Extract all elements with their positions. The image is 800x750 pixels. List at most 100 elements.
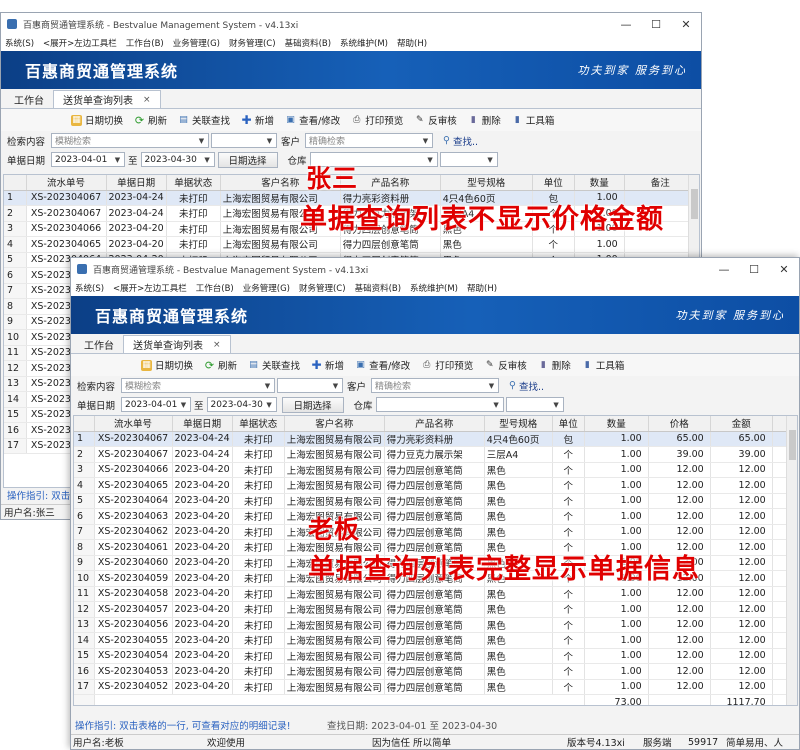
add-button[interactable]: ✚ 新增: [241, 113, 275, 127]
table-row[interactable]: 11 XS-202304058 2023-04-20 未打印 上海宏图贸易有限公司 得力四…: [74, 586, 795, 602]
warehouse-select[interactable]: ▼: [375, 397, 504, 412]
menu-basic-data[interactable]: 基础资料(B): [285, 37, 331, 49]
table-row[interactable]: 2 XS-202304067 2023-04-24 未打印 上海宏图贸易有限公司 得力豆克…: [74, 446, 795, 463]
find-link[interactable]: ⚲ 查找..: [443, 134, 478, 148]
column-header-id[interactable]: 流水单号: [94, 416, 173, 432]
table-row[interactable]: 5XS-2023040642023-04-20未打印上海宏图贸易有限公司得力四层…: [74, 493, 795, 509]
menu-business[interactable]: 业务管理(G): [173, 37, 220, 49]
column-header-unit[interactable]: 单位: [532, 175, 575, 191]
date-to-input[interactable]: 2023-04-30 ▼: [206, 397, 277, 412]
search-input[interactable]: 模糊检索 ▼: [51, 133, 209, 148]
delete-button[interactable]: ▮ 删除: [538, 358, 571, 372]
table-row[interactable]: 17 XS-202304052 2023-04-20 未打印 上海宏图贸易有限公司 得力四…: [74, 679, 795, 695]
table-row[interactable]: 4 XS-202304065 2023-04-20 未打印 上海宏图贸易有限公司 得力四层…: [74, 477, 795, 494]
view-edit-button[interactable]: ▣ 查看/修改: [355, 358, 410, 372]
column-header-spec[interactable]: 型号规格: [440, 175, 533, 191]
tab-workbench[interactable]: 工作台: [5, 90, 53, 108]
minimize-icon[interactable]: —: [709, 263, 739, 276]
close-icon[interactable]: ✕: [769, 263, 799, 276]
column-header-remark[interactable]: 备注: [624, 175, 697, 191]
refresh-button[interactable]: ⟳ 刷新: [134, 113, 167, 128]
column-header-date[interactable]: 单据日期: [172, 416, 233, 432]
menu-finance[interactable]: 财务管理(C): [229, 37, 276, 49]
search-field-select[interactable]: ▼: [211, 133, 277, 148]
column-header-price[interactable]: 价格: [648, 416, 711, 432]
warehouse-extra-select[interactable]: ▼: [439, 152, 498, 167]
date-switch-button[interactable]: ▦ 日期切换: [141, 358, 193, 372]
menu-help[interactable]: 帮助(H): [397, 37, 427, 49]
date-from-input[interactable]: 2023-04-01 ▼: [51, 152, 125, 167]
menu-finance[interactable]: 财务管理(C): [299, 282, 346, 294]
linked-search-button[interactable]: ▤ 关联查找: [178, 113, 230, 127]
minimize-icon[interactable]: —: [611, 18, 641, 31]
tab-delivery-list[interactable]: 送货单查询列表 ×: [123, 335, 231, 353]
column-header-status[interactable]: 单据状态: [166, 175, 221, 191]
menu-system[interactable]: 系统(S): [5, 37, 34, 49]
menu-expand-toolbar[interactable]: <展开>左边工具栏: [113, 282, 187, 294]
table-row[interactable]: 4 XS-202304065 2023-04-20 未打印 上海宏图贸易有限公司 得力四层…: [4, 236, 697, 253]
print-preview-button[interactable]: ⎙ 打印预览: [351, 113, 403, 127]
refresh-button[interactable]: ⟳ 刷新: [204, 358, 237, 373]
table-row[interactable]: 12 XS-202304057 2023-04-20 未打印 上海宏图贸易有限公司 得力四…: [74, 601, 795, 618]
column-header-spec[interactable]: 型号规格: [484, 416, 553, 432]
tab-close-icon[interactable]: ×: [213, 340, 221, 350]
column-header-status[interactable]: 单据状态: [232, 416, 285, 432]
row-index: 2: [4, 205, 27, 222]
vertical-scrollbar[interactable]: [786, 416, 797, 705]
date-from-input[interactable]: 2023-04-01 ▼: [121, 397, 191, 412]
scroll-thumb[interactable]: [789, 430, 796, 460]
menu-maintenance[interactable]: 系统维护(M): [410, 282, 458, 294]
print-preview-button[interactable]: ⎙ 打印预览: [421, 358, 473, 372]
date-select-button[interactable]: 日期选择: [217, 151, 278, 168]
add-button[interactable]: ✚ 新增: [311, 358, 345, 372]
warehouse-extra-select[interactable]: ▼: [505, 397, 564, 412]
reverse-review-button[interactable]: ✎ 反审核: [414, 113, 457, 127]
column-header-unit[interactable]: 单位: [552, 416, 585, 432]
table-row[interactable]: 3 XS-202304066 2023-04-20 未打印 上海宏图贸易有限公司 得力四层…: [74, 462, 795, 478]
table-row[interactable]: 13 XS-202304056 2023-04-20 未打印 上海宏图贸易有限公司 得力四…: [74, 617, 795, 633]
column-header-product[interactable]: 产品名称: [384, 416, 485, 432]
column-header-customer[interactable]: 客户名称: [284, 416, 385, 432]
maximize-icon[interactable]: ☐: [739, 263, 769, 276]
search-input[interactable]: 模糊检索 ▼: [121, 378, 275, 393]
table-row[interactable]: 6 XS-202304063 2023-04-20 未打印 上海宏图贸易有限公司 得力四层…: [74, 508, 795, 525]
table-row[interactable]: 7 XS-202304062 2023-04-20 未打印 上海宏图贸易有限公司 得力四层…: [74, 524, 795, 540]
column-header-id[interactable]: 流水单号: [26, 175, 107, 191]
date-to-input[interactable]: 2023-04-30 ▼: [140, 152, 215, 167]
toolbox-button[interactable]: ▮ 工具箱: [512, 113, 555, 127]
menu-help[interactable]: 帮助(H): [467, 282, 497, 294]
search-field-select[interactable]: ▼: [277, 378, 343, 393]
scroll-thumb[interactable]: [691, 189, 698, 219]
menu-workbench[interactable]: 工作台(B): [196, 282, 234, 294]
customer-input[interactable]: 精确检索 ▼: [305, 133, 433, 148]
column-header-date[interactable]: 单据日期: [106, 175, 167, 191]
reverse-review-button[interactable]: ✎ 反审核: [484, 358, 527, 372]
column-header-qty[interactable]: 数量: [574, 175, 625, 191]
view-edit-button[interactable]: ▣ 查看/修改: [285, 113, 340, 127]
column-header-qty[interactable]: 数量: [584, 416, 649, 432]
table-row[interactable]: 14 XS-202304055 2023-04-20 未打印 上海宏图贸易有限公司 得力四…: [74, 632, 795, 649]
row-index: 7: [4, 283, 27, 299]
table-row[interactable]: 16 XS-202304053 2023-04-20 未打印 上海宏图贸易有限公司 得力四…: [74, 663, 795, 680]
menu-business[interactable]: 业务管理(G): [243, 282, 290, 294]
column-header-amount[interactable]: 金额: [710, 416, 773, 432]
maximize-icon[interactable]: ☐: [641, 18, 671, 31]
menu-basic-data[interactable]: 基础资料(B): [355, 282, 401, 294]
table-row[interactable]: 15 XS-202304054 2023-04-20 未打印 上海宏图贸易有限公司 得力四…: [74, 648, 795, 664]
table-row[interactable]: 1 XS-202304067 2023-04-24 未打印 上海宏图贸易有限公司 得力亮彩…: [74, 431, 795, 447]
toolbox-button[interactable]: ▮ 工具箱: [582, 358, 625, 372]
menu-expand-toolbar[interactable]: <展开>左边工具栏: [43, 37, 117, 49]
delete-button[interactable]: ▮ 删除: [468, 113, 501, 127]
tab-delivery-list[interactable]: 送货单查询列表 ×: [53, 90, 161, 108]
menu-maintenance[interactable]: 系统维护(M): [340, 37, 388, 49]
find-link[interactable]: ⚲ 查找..: [509, 379, 544, 393]
tab-workbench[interactable]: 工作台: [75, 335, 123, 353]
tab-close-icon[interactable]: ×: [143, 95, 151, 105]
date-switch-button[interactable]: ▦ 日期切换: [71, 113, 123, 127]
menu-system[interactable]: 系统(S): [75, 282, 104, 294]
menu-workbench[interactable]: 工作台(B): [126, 37, 164, 49]
date-select-button[interactable]: 日期选择: [281, 396, 344, 413]
linked-search-button[interactable]: ▤ 关联查找: [248, 358, 300, 372]
close-icon[interactable]: ✕: [671, 18, 701, 31]
customer-input[interactable]: 精确检索 ▼: [371, 378, 499, 393]
